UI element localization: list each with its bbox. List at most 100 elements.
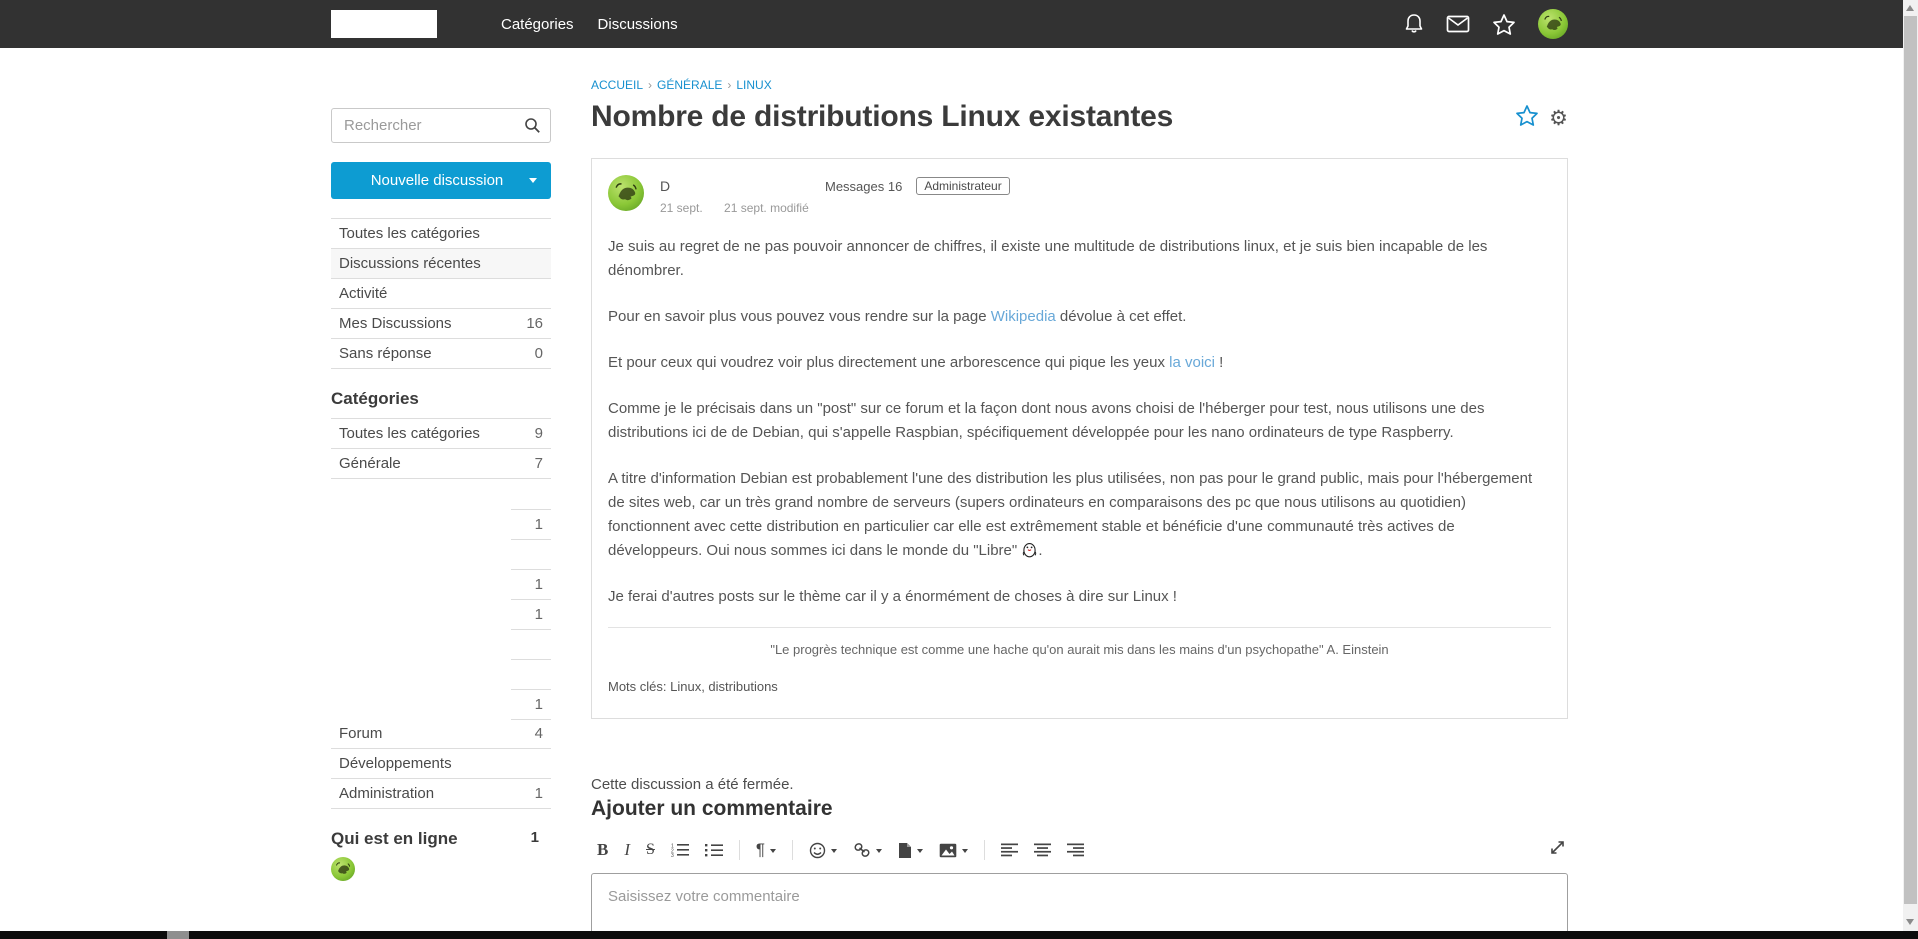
sidebar-item-redacted[interactable]: 1 — [331, 509, 551, 539]
post-inline-link[interactable]: Wikipedia — [991, 308, 1056, 325]
emoji-button[interactable] — [803, 839, 843, 862]
toolbar-separator — [739, 840, 740, 860]
top-navigation-bar: Catégories Discussions — [0, 0, 1903, 48]
online-user-avatar[interactable] — [331, 857, 355, 881]
discussion-options-gear-icon[interactable]: ⚙ — [1549, 108, 1568, 129]
post-message-count: Messages 16 — [825, 179, 902, 194]
search-input[interactable] — [331, 108, 551, 143]
breadcrumb-item[interactable]: GÉNÉRALE — [657, 78, 722, 92]
sidebar-item-count: 0 — [535, 345, 543, 362]
sidebar-item[interactable]: Forum4 — [331, 719, 551, 749]
notifications-bell-icon[interactable] — [1404, 13, 1424, 35]
sidebar-item-count: 16 — [526, 315, 543, 332]
sidebar-item-redacted[interactable]: 1 — [331, 569, 551, 599]
sidebar-item-count: 7 — [535, 455, 543, 472]
new-discussion-button[interactable]: Nouvelle discussion — [331, 162, 551, 199]
sidebar-item[interactable]: Générale7 — [331, 449, 551, 479]
sidebar-item-redacted[interactable] — [331, 629, 551, 659]
scrollbar-down-arrow[interactable] — [1906, 919, 1914, 925]
sidebar-item-label: Développements — [339, 755, 452, 772]
align-right-button[interactable] — [1061, 840, 1090, 860]
comment-input[interactable] — [591, 873, 1568, 939]
scrollbar-thumb[interactable] — [1904, 16, 1917, 904]
signature-divider — [608, 627, 1551, 628]
strikethrough-button[interactable]: S — [640, 838, 661, 862]
sidebar-item[interactable]: Toutes les catégories — [331, 219, 551, 249]
nav-discussions[interactable]: Discussions — [598, 16, 678, 33]
sidebar-item-redacted[interactable]: 1 — [331, 689, 551, 719]
sidebar-item[interactable]: Activité — [331, 279, 551, 309]
vertical-scrollbar[interactable] — [1903, 0, 1918, 939]
breadcrumb: ACCUEIL›GÉNÉRALE›LINUX — [591, 78, 1568, 92]
post-date[interactable]: 21 sept. — [660, 201, 703, 215]
breadcrumb-separator: › — [727, 78, 731, 92]
page-title: Nombre de distributions Linux existantes — [591, 100, 1173, 134]
sidebar-item-label: Toutes les catégories — [339, 225, 480, 242]
post-inline-link[interactable]: la voici — [1169, 354, 1215, 371]
sidebar-item-redacted[interactable]: 1 — [331, 599, 551, 629]
penguin-emoticon-icon — [1022, 542, 1037, 558]
post-paragraph: Et pour ceux qui voudrez voir plus direc… — [608, 351, 1551, 375]
sidebar-item[interactable]: Toutes les catégories9 — [331, 419, 551, 449]
post-author-avatar[interactable] — [608, 175, 644, 211]
site-logo[interactable] — [331, 10, 437, 38]
post-paragraph: A titre d'information Debian est probabl… — [608, 467, 1551, 563]
align-center-button[interactable] — [1028, 840, 1057, 860]
sidebar-item[interactable]: Mes Discussions 16 — [331, 309, 551, 339]
bookmarks-star-icon[interactable] — [1492, 13, 1516, 36]
nav-categories[interactable]: Catégories — [501, 16, 574, 33]
sidebar-item-label: Activité — [339, 285, 387, 302]
bookmark-star-icon[interactable] — [1515, 104, 1539, 132]
paragraph-button[interactable]: ¶ — [750, 837, 782, 863]
expand-editor-icon[interactable] — [1547, 837, 1568, 863]
sidebar-item-redacted[interactable] — [331, 479, 551, 509]
sidebar-item-count: 9 — [535, 425, 543, 442]
post-edited-date: 21 sept. modifié — [724, 201, 809, 215]
new-discussion-label: Nouvelle discussion — [331, 172, 529, 189]
bold-button[interactable]: B — [591, 837, 614, 863]
italic-button[interactable]: I — [618, 837, 636, 863]
sidebar-item-redacted[interactable] — [331, 659, 551, 689]
sidebar-item-label: Discussions récentes — [339, 255, 481, 272]
sidebar-item-redacted[interactable] — [331, 539, 551, 569]
sidebar-item[interactable]: Développements — [331, 749, 551, 779]
sidebar-item-label: Administration — [339, 785, 434, 802]
sidebar-item[interactable]: Discussions récentes — [331, 249, 551, 279]
post-paragraph: Comme je le précisais dans un "post" sur… — [608, 397, 1551, 445]
sidebar-menu: Toutes les catégories Discussions récente… — [331, 218, 551, 369]
post-paragraph: Je ferai d'autres posts sur le thème car… — [608, 585, 1551, 609]
image-button[interactable] — [933, 840, 974, 861]
role-badge: Administrateur — [916, 177, 1009, 195]
svg-text:3: 3 — [671, 853, 674, 857]
chevron-down-icon — [917, 849, 923, 853]
messages-envelope-icon[interactable] — [1446, 15, 1470, 33]
unordered-list-button[interactable] — [699, 840, 729, 860]
chevron-down-icon — [962, 849, 968, 853]
post-body: Je suis au regret de ne pas pouvoir anno… — [608, 235, 1551, 609]
chevron-down-icon — [529, 178, 537, 183]
file-button[interactable] — [892, 839, 929, 862]
sidebar-categories: Toutes les catégories9Générale7 1 1 1 1 Forum… — [331, 418, 551, 809]
discussion-closed-notice: Cette discussion a été fermée. — [591, 776, 1568, 793]
post-paragraph: Je suis au regret de ne pas pouvoir anno… — [608, 235, 1551, 283]
post-tags: Mots clés: Linux, distributions — [608, 679, 1551, 694]
user-avatar[interactable] — [1538, 9, 1568, 39]
link-button[interactable] — [847, 839, 888, 861]
main-content: ACCUEIL›GÉNÉRALE›LINUX Nombre de distrib… — [591, 48, 1568, 939]
post-author-name[interactable]: D — [660, 178, 742, 194]
toolbar-separator — [792, 840, 793, 860]
sidebar-item-count: 1 — [535, 696, 543, 713]
breadcrumb-item[interactable]: LINUX — [736, 78, 771, 92]
scrollbar-up-arrow[interactable] — [1906, 5, 1914, 11]
sidebar-item[interactable]: Administration1 — [331, 779, 551, 809]
ordered-list-button[interactable]: 123 — [665, 840, 695, 860]
sidebar-item-label: Mes Discussions — [339, 315, 452, 332]
align-left-button[interactable] — [995, 840, 1024, 860]
sidebar-item[interactable]: Sans réponse 0 — [331, 339, 551, 369]
post-signature: "Le progrès technique est comme une hach… — [608, 642, 1551, 657]
breadcrumb-item[interactable]: ACCUEIL — [591, 78, 643, 92]
sidebar-item-count: 1 — [535, 606, 543, 623]
sidebar-item-label: Sans réponse — [339, 345, 432, 362]
search-icon[interactable] — [524, 117, 541, 139]
toolbar-separator — [984, 840, 985, 860]
